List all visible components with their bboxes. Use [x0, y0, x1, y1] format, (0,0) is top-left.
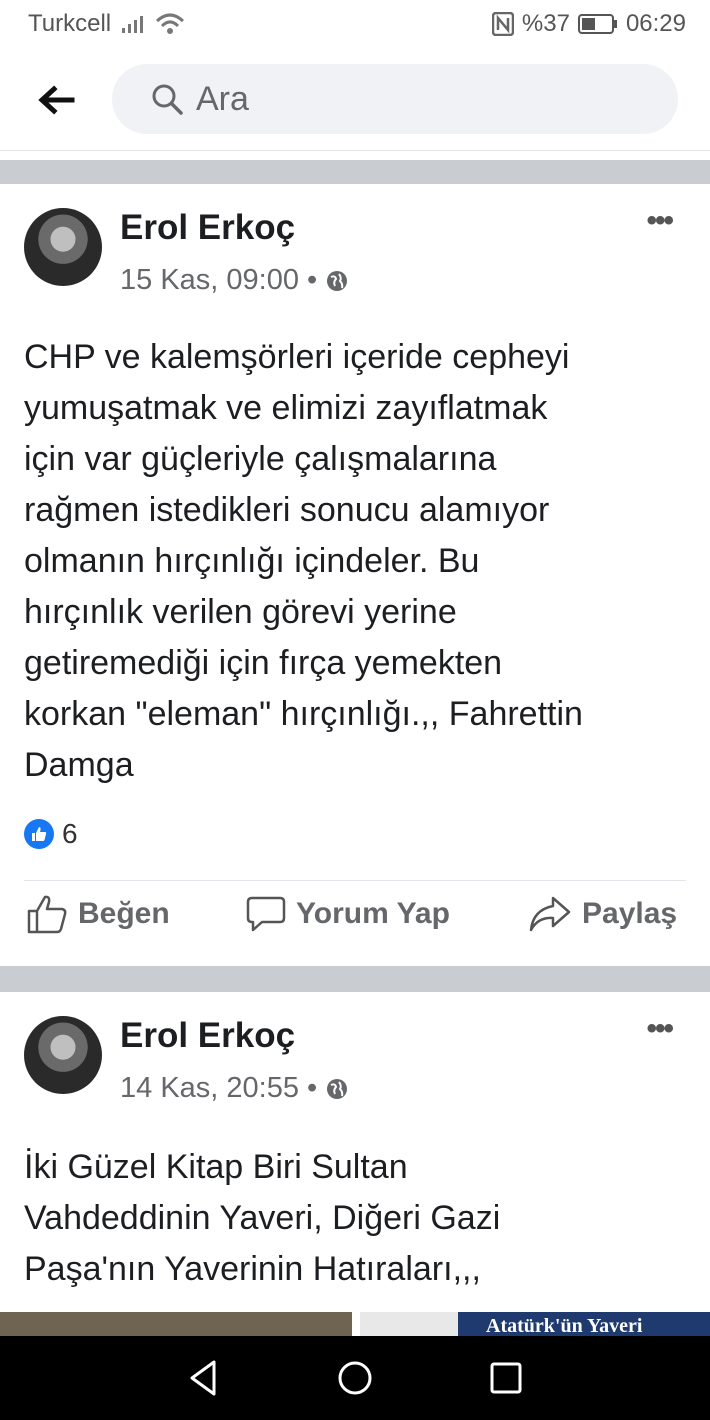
comment-icon: [246, 896, 286, 932]
carrier-label: Turkcell: [28, 10, 112, 37]
nav-home-icon[interactable]: [335, 1358, 375, 1398]
post-text: İki Güzel Kitap Biri Sultan Vahdeddinin …: [24, 1142, 694, 1295]
post-author[interactable]: Erol Erkoç: [120, 208, 295, 248]
nav-back-icon[interactable]: [184, 1358, 224, 1398]
like-button[interactable]: Beğen: [26, 894, 170, 934]
more-dots-icon[interactable]: •••: [646, 204, 673, 238]
status-bar: Turkcell %37 06:29: [0, 0, 710, 50]
post-text-line: Vahdeddinin Yaveri, Diğeri Gazi: [24, 1199, 501, 1237]
post-text-line: yumuşatmak ve elimizi zayıflatmak: [24, 389, 548, 427]
clock: 06:29: [625, 10, 686, 37]
meta-separator: •: [306, 264, 318, 296]
battery-percent: %37: [521, 10, 570, 37]
meta-separator: •: [306, 1072, 318, 1104]
post-meta: 14 Kas, 20:55 •: [120, 1072, 349, 1105]
post-card: Erol Erkoç 14 Kas, 20:55 • ••• İki Güzel…: [0, 992, 710, 1336]
globe-icon: [327, 1078, 348, 1099]
globe-icon: [327, 270, 348, 291]
signal-icon: [122, 16, 144, 33]
battery-icon: [577, 14, 617, 34]
post-card: Erol Erkoç 15 Kas, 09:00 • ••• CHP ve ka…: [0, 184, 710, 966]
photo-caption: Atatürk'ün Yaveri: [486, 1315, 643, 1336]
feed-divider: [0, 966, 710, 992]
post-date[interactable]: 15 Kas, 09:00: [120, 264, 299, 297]
like-count: 6: [62, 818, 78, 849]
avatar[interactable]: [24, 208, 102, 286]
post-date[interactable]: 14 Kas, 20:55: [120, 1072, 299, 1105]
post-text-line: getiremediği için fırça yemekten: [24, 644, 503, 682]
arrow-left-icon[interactable]: [34, 78, 78, 122]
comment-label: Yorum Yap: [296, 897, 450, 930]
post-text-line: olmanın hırçınlığı içindeler. Bu: [24, 542, 480, 580]
share-label: Paylaş: [582, 897, 678, 930]
action-divider: [24, 880, 686, 881]
wifi-icon: [156, 13, 185, 34]
thumbs-up-icon: [27, 895, 67, 934]
search-icon: [152, 84, 183, 115]
search-placeholder: Ara: [196, 79, 249, 118]
share-icon: [529, 896, 571, 932]
feed-divider: [0, 160, 710, 184]
post-text-line: CHP ve kalemşörleri içeride cepheyi: [24, 338, 570, 376]
like-label: Beğen: [78, 897, 170, 930]
post-text-line: İki Güzel Kitap Biri Sultan: [24, 1148, 408, 1186]
reaction-summary[interactable]: 6: [24, 818, 78, 850]
post-photo[interactable]: Atatürk'ün Yaveri: [360, 1312, 710, 1336]
share-button[interactable]: Paylaş: [528, 894, 677, 934]
more-dots-icon[interactable]: •••: [646, 1012, 673, 1046]
search-input[interactable]: Ara: [112, 64, 678, 134]
post-text-line: hırçınlık verilen görevi yerine: [24, 593, 457, 631]
post-text-line: korkan "eleman" hırçınlığı.,, Fahrettin: [24, 695, 583, 733]
like-reaction-icon: [24, 819, 54, 849]
post-text: CHP ve kalemşörleri içeride cepheyi yumu…: [24, 332, 694, 791]
nav-recents-icon[interactable]: [486, 1358, 526, 1398]
top-bar: Ara: [0, 50, 710, 151]
comment-button[interactable]: Yorum Yap: [246, 894, 450, 934]
post-text-line: rağmen istedikleri sonucu alamıyor: [24, 491, 550, 529]
post-meta: 15 Kas, 09:00 •: [120, 264, 349, 297]
post-author[interactable]: Erol Erkoç: [120, 1016, 295, 1056]
post-text-line: Paşa'nın Yaverinin Hatıraları,,,: [24, 1250, 481, 1288]
post-photo[interactable]: [0, 1312, 352, 1336]
post-text-line: için var güçleriyle çalışmalarına: [24, 440, 497, 478]
post-text-line: Damga: [24, 746, 134, 784]
post-actions: Beğen Yorum Yap Paylaş: [0, 894, 710, 954]
nfc-icon: [491, 12, 514, 36]
post-photos[interactable]: Atatürk'ün Yaveri: [0, 1312, 710, 1336]
system-nav-bar: [0, 1336, 710, 1420]
avatar[interactable]: [24, 1016, 102, 1094]
